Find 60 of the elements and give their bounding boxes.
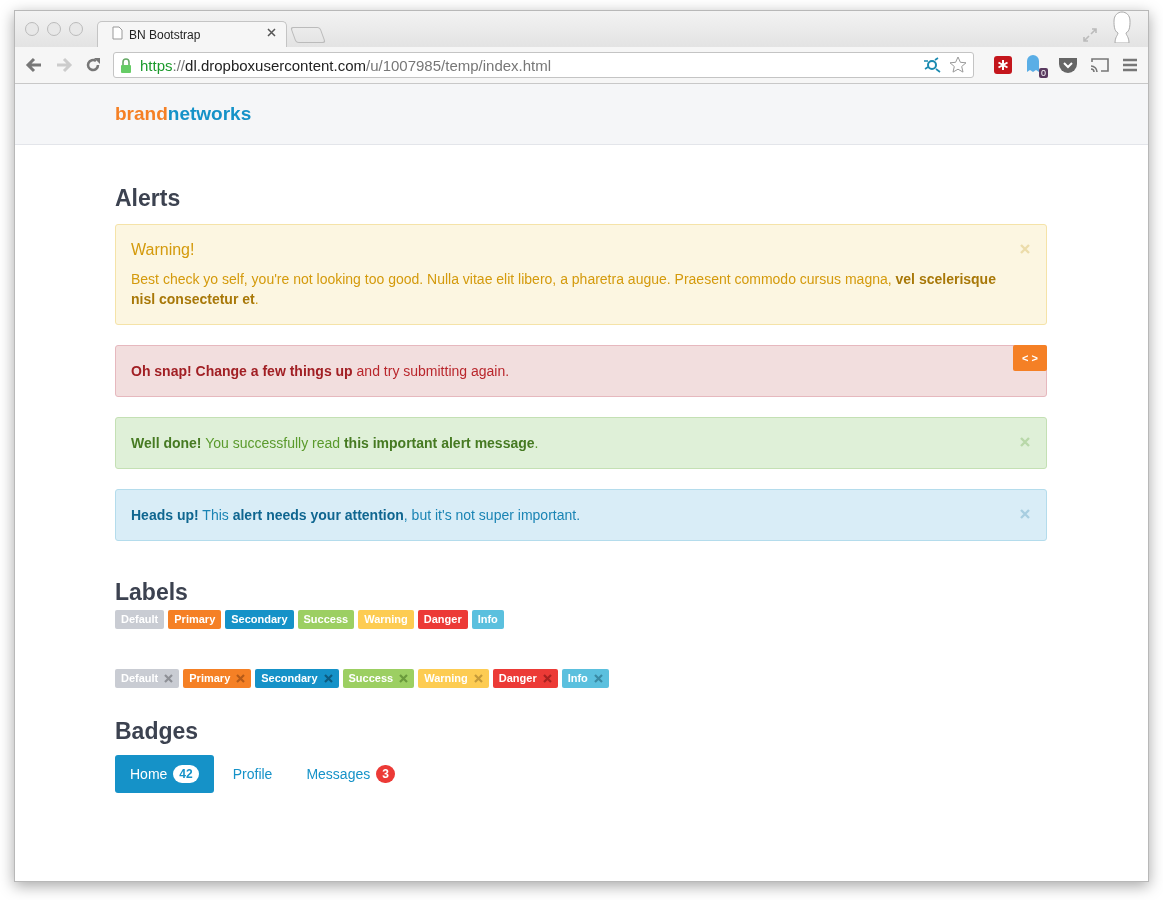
remove-icon[interactable] bbox=[164, 674, 174, 683]
remove-icon[interactable] bbox=[593, 674, 603, 683]
fullscreen-icon[interactable] bbox=[1082, 27, 1098, 43]
label: Primary bbox=[168, 610, 222, 629]
remove-icon[interactable] bbox=[399, 674, 409, 683]
nav-pill[interactable]: Profile bbox=[217, 755, 288, 793]
nav-label: Home bbox=[130, 766, 168, 782]
nav-label: Messages bbox=[306, 766, 371, 782]
label-text: Success bbox=[348, 672, 394, 685]
label: Secondary bbox=[225, 610, 294, 629]
extension-icon[interactable] bbox=[923, 57, 941, 73]
label: Danger bbox=[417, 610, 468, 629]
label-text: Secondary bbox=[261, 672, 318, 685]
cast-icon[interactable] bbox=[1090, 57, 1110, 73]
label-text: Primary bbox=[189, 672, 231, 685]
remove-icon[interactable] bbox=[236, 674, 246, 683]
browser-tab[interactable]: BN Bootstrap bbox=[97, 21, 287, 47]
remove-icon[interactable] bbox=[473, 674, 483, 683]
close-window-button[interactable] bbox=[25, 22, 39, 36]
nav-pill[interactable]: Home 42 bbox=[115, 755, 214, 793]
menu-icon[interactable] bbox=[1122, 58, 1138, 72]
count-badge: 42 bbox=[173, 765, 199, 783]
code-toggle-button[interactable]: < > bbox=[1013, 345, 1047, 371]
nav-pill[interactable]: Messages 3 bbox=[291, 755, 410, 793]
address-bar[interactable]: https://dl.dropboxusercontent.com/u/1007985/temp/index.html bbox=[113, 52, 974, 78]
section-heading: Labels bbox=[115, 579, 189, 606]
alert-message: Oh snap! Change a few things up and try submitting again. bbox=[131, 363, 510, 379]
lock-icon bbox=[120, 57, 132, 73]
section-heading: Alerts bbox=[115, 185, 182, 212]
minimize-window-button[interactable] bbox=[47, 22, 61, 36]
zoom-window-button[interactable] bbox=[69, 22, 83, 36]
back-icon[interactable] bbox=[25, 57, 43, 73]
new-tab-button[interactable] bbox=[290, 27, 326, 43]
remove-icon[interactable] bbox=[542, 674, 552, 683]
ghost-icon[interactable] bbox=[1026, 54, 1040, 72]
label-text: Warning bbox=[424, 672, 468, 685]
star-icon[interactable] bbox=[949, 56, 967, 74]
label: Warning bbox=[358, 610, 414, 629]
pocket-icon[interactable] bbox=[1058, 56, 1078, 74]
count-badge: 3 bbox=[376, 765, 395, 783]
count-badge: 0 bbox=[1039, 68, 1048, 78]
label: Success bbox=[297, 610, 355, 629]
profile-icon[interactable] bbox=[1110, 11, 1134, 43]
reload-icon[interactable] bbox=[85, 57, 101, 73]
brand-logo[interactable]: networks bbox=[167, 103, 252, 124]
alert-message: Best check yo self, you're not looking too good. Nulla vitae elit libero, a pharetra augue. Praesent commodo cursus magna, vel scelerisque nisl consectetur et. bbox=[131, 271, 996, 307]
close-icon[interactable] bbox=[267, 28, 276, 37]
alert-message: Heads up! This alert needs your attention, but it's not super important. bbox=[131, 507, 581, 523]
label-text: Danger bbox=[498, 672, 537, 685]
remove-icon[interactable] bbox=[323, 674, 333, 683]
forward-icon[interactable] bbox=[55, 57, 73, 73]
nav-label: Profile bbox=[232, 766, 273, 782]
page-icon bbox=[112, 25, 123, 40]
brand-logo[interactable]: brand bbox=[115, 103, 168, 124]
asterisk-icon[interactable] bbox=[994, 56, 1012, 74]
alert-message: Well done! You successfully read this important alert message. bbox=[131, 435, 539, 451]
label-text: Info bbox=[567, 672, 588, 685]
label: Info bbox=[471, 610, 504, 629]
alert-heading: Warning! bbox=[131, 240, 196, 260]
section-heading: Badges bbox=[115, 718, 200, 745]
